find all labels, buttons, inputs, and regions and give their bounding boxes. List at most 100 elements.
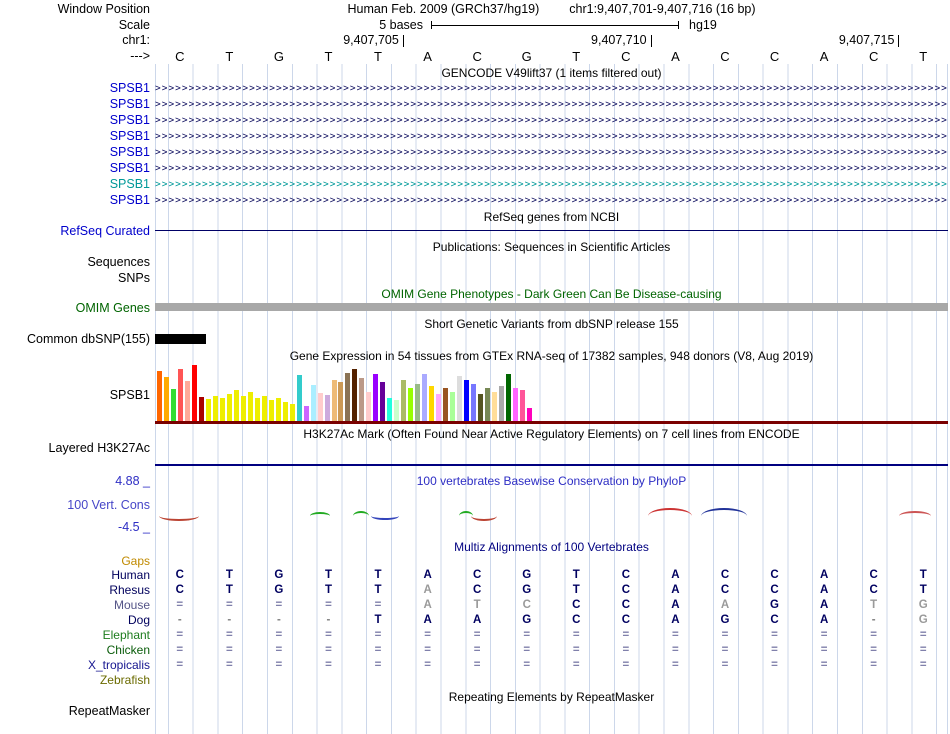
gtex-bar[interactable] xyxy=(471,384,477,421)
transcript-line[interactable]: >>>>>>>>>>>>>>>>>>>>>>>>>>>>>>>>>>>>>>>>… xyxy=(155,97,948,113)
gtex-bars[interactable] xyxy=(155,364,948,424)
phylop-track[interactable] xyxy=(155,500,948,530)
species-label[interactable]: Dog xyxy=(0,613,150,627)
gtex-bar[interactable] xyxy=(519,390,525,421)
gtex-bar[interactable] xyxy=(345,373,351,421)
omim-track[interactable] xyxy=(155,301,948,315)
gtex-bar[interactable] xyxy=(338,382,344,421)
transcript-row[interactable]: SPSB1 >>>>>>>>>>>>>>>>>>>>>>>>>>>>>>>>>>>… xyxy=(0,193,950,209)
gtex-bar[interactable] xyxy=(408,388,414,421)
gtex-bar[interactable] xyxy=(324,395,330,421)
gtex-bar[interactable] xyxy=(478,394,484,421)
gtex-bar[interactable] xyxy=(526,408,532,421)
gtex-bar[interactable] xyxy=(198,397,204,421)
repeatmasker-label[interactable]: RepeatMasker xyxy=(0,704,150,718)
gtex-bar[interactable] xyxy=(485,388,491,421)
gtex-bar[interactable] xyxy=(492,392,498,421)
omim-gene-bar[interactable] xyxy=(155,303,948,311)
dbsnp-row[interactable]: Common dbSNP(155) xyxy=(0,332,950,347)
transcript-row[interactable]: SPSB1 >>>>>>>>>>>>>>>>>>>>>>>>>>>>>>>>>>>… xyxy=(0,81,950,97)
gtex-bar[interactable] xyxy=(240,396,246,421)
gtex-bar[interactable] xyxy=(387,398,393,421)
repeatmasker-row[interactable]: RepeatMasker xyxy=(0,704,950,720)
transcript-label[interactable]: SPSB1 xyxy=(0,177,150,191)
dbsnp-label[interactable]: Common dbSNP(155) xyxy=(0,332,150,346)
transcript-label[interactable]: SPSB1 xyxy=(0,145,150,159)
gtex-bar[interactable] xyxy=(394,400,400,421)
gtex-bar[interactable] xyxy=(170,389,176,421)
alignment-row[interactable]: Gaps xyxy=(0,554,950,569)
gtex-bar[interactable] xyxy=(401,380,407,421)
gtex-bar[interactable] xyxy=(317,393,323,421)
alignment-row[interactable]: Zebrafish xyxy=(0,673,950,688)
publications-sequences-row[interactable]: Sequences xyxy=(0,255,950,270)
gtex-bar[interactable] xyxy=(275,398,281,421)
transcript-row[interactable]: SPSB1 >>>>>>>>>>>>>>>>>>>>>>>>>>>>>>>>>>>… xyxy=(0,177,950,193)
phylop-track-label[interactable]: 100 Vert. Cons xyxy=(0,498,150,512)
multiz-rows[interactable]: Gaps Human C T G T T A C G T C A C C A C T Rhesus C T G T T A C G T… xyxy=(0,554,950,689)
gtex-bar[interactable] xyxy=(268,400,274,421)
gtex-bar[interactable] xyxy=(450,392,456,421)
transcript-label[interactable]: SPSB1 xyxy=(0,193,150,207)
alignment-row[interactable]: Elephant = = = = = = = = = = = = = = = = xyxy=(0,628,950,643)
species-label[interactable]: Elephant xyxy=(0,628,150,642)
transcript-line[interactable]: >>>>>>>>>>>>>>>>>>>>>>>>>>>>>>>>>>>>>>>>… xyxy=(155,81,948,97)
omim-label[interactable]: OMIM Genes xyxy=(0,301,150,315)
transcript-line[interactable]: >>>>>>>>>>>>>>>>>>>>>>>>>>>>>>>>>>>>>>>>… xyxy=(155,113,948,129)
transcript-label[interactable]: SPSB1 xyxy=(0,113,150,127)
transcript-row[interactable]: SPSB1 >>>>>>>>>>>>>>>>>>>>>>>>>>>>>>>>>>>… xyxy=(0,97,950,113)
gtex-bar[interactable] xyxy=(219,398,225,421)
snps-label[interactable]: SNPs xyxy=(0,271,150,285)
transcript-label[interactable]: SPSB1 xyxy=(0,81,150,95)
transcript-line[interactable]: >>>>>>>>>>>>>>>>>>>>>>>>>>>>>>>>>>>>>>>>… xyxy=(155,177,948,193)
h3k27ac-track[interactable] xyxy=(155,441,948,466)
species-label[interactable]: Chicken xyxy=(0,643,150,657)
species-label[interactable]: Gaps xyxy=(0,554,150,568)
gtex-bar[interactable] xyxy=(436,394,442,421)
alignment-row[interactable]: X_tropicalis = = = = = = = = = = = = = = = = xyxy=(0,658,950,673)
alignment-row[interactable]: Dog - - - - T A A G C C A G C A - G xyxy=(0,613,950,628)
h3k27ac-label[interactable]: Layered H3K27Ac xyxy=(0,441,150,455)
gtex-bar[interactable] xyxy=(184,381,190,421)
gencode-transcripts[interactable]: SPSB1 >>>>>>>>>>>>>>>>>>>>>>>>>>>>>>>>>>>… xyxy=(0,81,950,209)
alignment-row[interactable]: Rhesus C T G T T A C G T C A C C A C T xyxy=(0,583,950,598)
species-label[interactable]: Mouse xyxy=(0,598,150,612)
gtex-bar[interactable] xyxy=(296,375,302,421)
transcript-row[interactable]: SPSB1 >>>>>>>>>>>>>>>>>>>>>>>>>>>>>>>>>>>… xyxy=(0,161,950,177)
omim-row[interactable]: OMIM Genes xyxy=(0,301,950,315)
gtex-bar[interactable] xyxy=(380,382,386,421)
transcript-line[interactable]: >>>>>>>>>>>>>>>>>>>>>>>>>>>>>>>>>>>>>>>>… xyxy=(155,129,948,145)
gtex-bar[interactable] xyxy=(512,388,518,421)
gtex-bar[interactable] xyxy=(233,390,239,421)
gtex-bar[interactable] xyxy=(177,369,183,421)
gtex-bar[interactable] xyxy=(366,392,372,421)
gtex-bar[interactable] xyxy=(457,376,463,421)
h3k27ac-row[interactable]: Layered H3K27Ac xyxy=(0,441,950,466)
gtex-bar[interactable] xyxy=(254,398,260,421)
gtex-bar[interactable] xyxy=(464,380,470,421)
transcript-row[interactable]: SPSB1 >>>>>>>>>>>>>>>>>>>>>>>>>>>>>>>>>>>… xyxy=(0,129,950,145)
gtex-bar[interactable] xyxy=(359,378,365,421)
gtex-gene-label[interactable]: SPSB1 xyxy=(0,388,150,402)
gtex-bar[interactable] xyxy=(205,399,211,421)
refseq-track[interactable] xyxy=(155,224,948,238)
gtex-bar[interactable] xyxy=(157,371,162,421)
gtex-bar[interactable] xyxy=(373,374,379,421)
transcript-line[interactable]: >>>>>>>>>>>>>>>>>>>>>>>>>>>>>>>>>>>>>>>>… xyxy=(155,145,948,161)
gtex-bar[interactable] xyxy=(261,396,267,421)
gtex-bar[interactable] xyxy=(282,402,288,421)
gtex-bar[interactable] xyxy=(247,392,253,421)
refseq-gene-line[interactable] xyxy=(155,230,948,231)
transcript-line[interactable]: >>>>>>>>>>>>>>>>>>>>>>>>>>>>>>>>>>>>>>>>… xyxy=(155,193,948,209)
gtex-bar[interactable] xyxy=(352,369,358,421)
gtex-bar[interactable] xyxy=(212,396,218,421)
gtex-bar[interactable] xyxy=(415,384,421,421)
gtex-bar[interactable] xyxy=(310,385,316,421)
gtex-bar[interactable] xyxy=(499,386,505,421)
species-label[interactable]: X_tropicalis xyxy=(0,658,150,672)
gtex-bar[interactable] xyxy=(506,374,511,421)
species-label[interactable]: Rhesus xyxy=(0,583,150,597)
sequences-label[interactable]: Sequences xyxy=(0,255,150,269)
gtex-bar[interactable] xyxy=(163,377,169,421)
refseq-label[interactable]: RefSeq Curated xyxy=(0,224,150,238)
